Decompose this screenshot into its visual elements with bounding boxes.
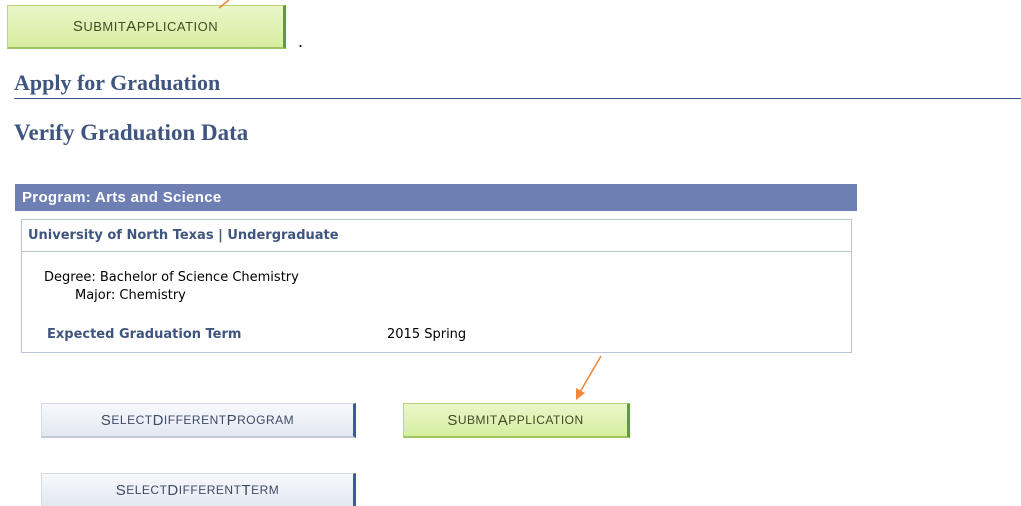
institution-label: University of North Texas | Undergraduat…: [22, 220, 851, 252]
heading-divider: [14, 98, 1021, 99]
button-initial: S: [115, 481, 127, 499]
arrow-icon: [218, 0, 230, 9]
submit-application-button[interactable]: Submit Application: [403, 403, 630, 438]
button-text: ubmit: [457, 413, 498, 427]
button-initial: D: [167, 481, 179, 499]
button-initial: S: [447, 411, 458, 429]
button-initial: A: [497, 411, 509, 429]
expected-term-value: 2015 Spring: [387, 327, 467, 342]
submit-application-button-top[interactable]: Submit Application: [7, 5, 286, 49]
button-initial: S: [72, 18, 84, 35]
button-initial: T: [241, 481, 252, 499]
button-initial: P: [226, 411, 238, 429]
degree-text: Degree: Bachelor of Science Chemistry: [44, 270, 299, 285]
button-text: erm: [251, 483, 280, 497]
select-different-program-button[interactable]: Select Different Program: [41, 403, 356, 438]
button-text: elect: [111, 413, 153, 427]
button-initial: A: [126, 18, 137, 35]
button-text: rogram: [237, 413, 295, 427]
button-text: ifferent: [163, 413, 227, 427]
arrow-icon: [576, 355, 602, 400]
select-different-term-button[interactable]: Select Different Term: [41, 473, 356, 506]
page-title: Apply for Graduation: [14, 70, 221, 95]
button-text: ifferent: [178, 483, 242, 497]
button-text: ubmit: [83, 19, 127, 34]
stray-dot: .: [298, 31, 304, 51]
expected-term-label: Expected Graduation Term: [47, 327, 242, 342]
program-header: Program: Arts and Science: [15, 184, 857, 211]
button-text: pplication: [136, 19, 219, 34]
section-title: Verify Graduation Data: [14, 120, 249, 145]
button-text: pplication: [508, 413, 584, 427]
button-initial: S: [100, 411, 112, 429]
major-text: Major: Chemistry: [75, 288, 186, 303]
button-initial: D: [152, 411, 164, 429]
button-text: elect: [126, 483, 168, 497]
